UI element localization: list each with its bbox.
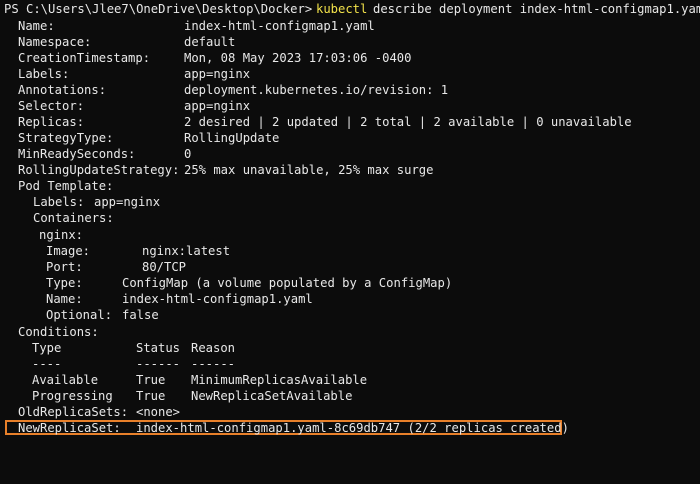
- volume-optional-row: Optional: false: [0, 307, 159, 323]
- prompt-line: PS C:\Users\Jlee7\OneDrive\Desktop\Docke…: [0, 1, 700, 17]
- field-value: index-html-configmap1.yaml-8c69db747 (2/…: [136, 421, 569, 435]
- field-key: Namespace:: [18, 35, 92, 49]
- field-key: RollingUpdateStrategy:: [18, 163, 180, 177]
- container-name: nginx:: [39, 228, 84, 242]
- field-key: Name:: [18, 19, 55, 33]
- field-value: Mon, 08 May 2023 17:03:06 -0400: [184, 51, 412, 65]
- field-value: index-html-configmap1.yaml: [122, 292, 313, 306]
- conditions-heading: Conditions:: [18, 325, 99, 339]
- field-row: StrategyType: RollingUpdate: [0, 130, 279, 146]
- container-image-row: Image: nginx:latest: [0, 243, 230, 259]
- field-key: Type:: [46, 276, 83, 290]
- pod-labels-row: Labels: app=nginx: [0, 194, 160, 210]
- field-value: default: [184, 35, 236, 49]
- new-replica-set-row: NewReplicaSet: index-html-configmap1.yam…: [0, 420, 569, 436]
- field-row: Selector: app=nginx: [0, 98, 250, 114]
- field-value: app=nginx: [94, 195, 161, 209]
- field-key: Replicas:: [18, 115, 85, 129]
- command-text: kubectl: [316, 2, 368, 16]
- table-row: Progressing True NewReplicaSetAvailable: [32, 389, 353, 403]
- field-value: deployment.kubernetes.io/revision: 1: [184, 83, 449, 97]
- field-value: nginx:latest: [142, 244, 231, 258]
- field-key: Labels:: [18, 67, 70, 81]
- column-header-status: Status: [136, 341, 181, 355]
- field-key: MinReadySeconds:: [18, 147, 136, 161]
- field-key: Selector:: [18, 99, 85, 113]
- field-value: app=nginx: [184, 99, 251, 113]
- field-row: Annotations: deployment.kubernetes.io/re…: [0, 82, 448, 98]
- field-key: Annotations:: [18, 83, 107, 97]
- old-replica-sets-row: OldReplicaSets: <none>: [0, 404, 180, 420]
- prompt-text: PS C:\Users\Jlee7\OneDrive\Desktop\Docke…: [4, 2, 313, 16]
- field-row: CreationTimestamp: Mon, 08 May 2023 17:0…: [0, 50, 411, 66]
- field-value: 0: [184, 147, 192, 161]
- field-key: Port:: [46, 260, 83, 274]
- terminal-window[interactable]: PS C:\Users\Jlee7\OneDrive\Desktop\Docke…: [0, 0, 700, 436]
- field-value: app=nginx: [184, 67, 251, 81]
- field-key: NewReplicaSet:: [18, 421, 121, 435]
- field-value: 25% max unavailable, 25% max surge: [184, 163, 434, 177]
- field-value: <none>: [136, 405, 181, 419]
- field-key: CreationTimestamp:: [18, 51, 151, 65]
- container-port-row: Port: 80/TCP: [0, 259, 186, 275]
- field-key: Optional:: [46, 308, 113, 322]
- volume-name-row: Name: index-html-configmap1.yaml: [0, 291, 313, 307]
- field-key: StrategyType:: [18, 131, 114, 145]
- field-key: Image:: [46, 244, 91, 258]
- volume-type-row: Type: ConfigMap (a volume populated by a…: [0, 275, 452, 291]
- conditions-header-row: Type Status Reason: [0, 340, 235, 356]
- field-value: RollingUpdate: [184, 131, 280, 145]
- field-row: RollingUpdateStrategy: 25% max unavailab…: [0, 162, 433, 178]
- column-header-type: Type: [32, 341, 62, 355]
- field-row: Name: index-html-configmap1.yaml: [0, 18, 375, 34]
- field-key: Labels:: [33, 195, 85, 209]
- field-key: OldReplicaSets:: [18, 405, 129, 419]
- field-value: 2 desired | 2 updated | 2 total | 2 avai…: [184, 115, 632, 129]
- conditions-separator-row: ---- ------ ------: [32, 357, 236, 371]
- field-row: Namespace: default: [0, 34, 235, 50]
- table-row: Available True MinimumReplicasAvailable: [32, 373, 368, 387]
- field-row: Labels: app=nginx: [0, 66, 250, 82]
- field-value: ConfigMap (a volume populated by a Confi…: [122, 276, 453, 290]
- field-value: index-html-configmap1.yaml: [184, 19, 375, 33]
- field-value: 80/TCP: [142, 260, 187, 274]
- field-row: MinReadySeconds: 0: [0, 146, 191, 162]
- column-header-reason: Reason: [191, 341, 236, 355]
- field-value: false: [122, 308, 159, 322]
- field-row: Replicas: 2 desired | 2 updated | 2 tota…: [0, 114, 632, 130]
- pod-template-heading: Pod Template:: [18, 179, 114, 193]
- command-args: describe deployment index-html-configmap…: [373, 2, 700, 16]
- field-key: Name:: [46, 292, 83, 306]
- containers-heading: Containers:: [33, 211, 114, 225]
